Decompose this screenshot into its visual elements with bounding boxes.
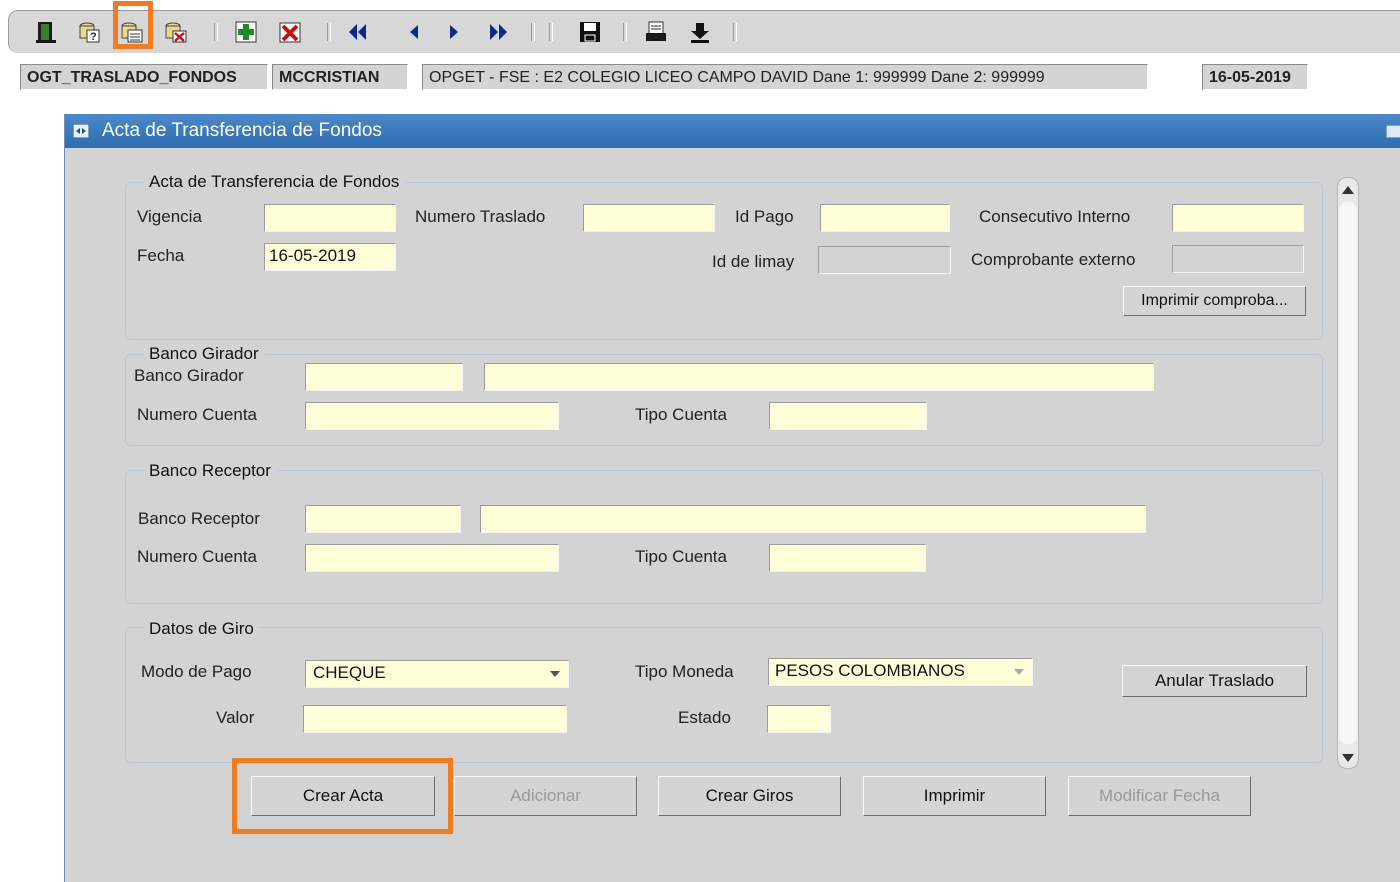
tipo-moneda-dropdown-arrow[interactable] <box>1008 661 1030 683</box>
form-window: Acta de Transferencia de Fondos Acta de … <box>64 114 1400 882</box>
id-limay-label: Id de limay <box>712 252 795 271</box>
vertical-scrollbar[interactable] <box>1337 177 1359 769</box>
tipo-moneda-label: Tipo Moneda <box>635 662 734 681</box>
chevron-down-icon <box>550 671 560 677</box>
current-date: 16-05-2019 <box>1202 64 1308 90</box>
banco-receptor-code-field[interactable] <box>305 505 461 533</box>
previous-record-icon <box>410 25 418 39</box>
girador-tipo-cuenta-label: Tipo Cuenta <box>635 405 727 424</box>
vigencia-field[interactable] <box>264 204 396 232</box>
banco-receptor-group <box>125 470 1323 604</box>
valor-field[interactable] <box>303 705 567 733</box>
banco-girador-group-title: Banco Girador <box>143 344 265 364</box>
numero-traslado-label: Numero Traslado <box>415 207 546 226</box>
estado-label: Estado <box>678 708 731 727</box>
modificar-fecha-button[interactable]: Modificar Fecha <box>1068 776 1251 816</box>
scrollbar-thumb[interactable] <box>1339 202 1357 744</box>
print-icon <box>646 21 666 41</box>
girador-tipo-cuenta-field[interactable] <box>769 402 927 430</box>
imprimir-button[interactable]: Imprimir <box>863 776 1046 816</box>
next-record-icon <box>450 25 458 39</box>
estado-field[interactable] <box>767 705 831 733</box>
previous-record-button[interactable] <box>399 17 429 47</box>
tipo-moneda-value: PESOS COLOMBIANOS <box>775 661 965 680</box>
toolbar: ? <box>8 10 1400 53</box>
receptor-tipo-cuenta-field[interactable] <box>769 544 926 572</box>
id-pago-label: Id Pago <box>735 207 794 226</box>
scroll-down-icon[interactable] <box>1342 754 1354 762</box>
banco-receptor-group-title: Banco Receptor <box>143 461 277 481</box>
tipo-moneda-select[interactable]: PESOS COLOMBIANOS <box>768 658 1033 686</box>
minimize-button[interactable] <box>1386 125 1400 138</box>
banco-girador-name-field[interactable] <box>484 363 1154 391</box>
receptor-numero-cuenta-field[interactable] <box>305 544 559 572</box>
exit-button[interactable] <box>31 17 61 47</box>
form-window-icon <box>73 124 89 138</box>
adicionar-button[interactable]: Adicionar <box>454 776 637 816</box>
modo-pago-dropdown-arrow[interactable] <box>544 663 566 685</box>
delete-record-button[interactable] <box>275 17 305 47</box>
receptor-numero-cuenta-label: Numero Cuenta <box>137 547 258 566</box>
numero-traslado-field[interactable] <box>583 204 715 232</box>
anular-traslado-button[interactable]: Anular Traslado <box>1122 665 1307 697</box>
id-limay-field <box>818 246 951 274</box>
consecutivo-interno-field[interactable] <box>1172 204 1304 232</box>
banco-girador-code-field[interactable] <box>305 363 463 391</box>
query-icon: ? <box>79 22 100 43</box>
print-button[interactable] <box>641 17 671 47</box>
user-name: MCCRISTIAN <box>272 64 408 90</box>
modo-pago-value: CHEQUE <box>313 663 386 682</box>
last-record-button[interactable] <box>483 17 513 47</box>
imprimir-comprobante-button[interactable]: Imprimir comproba... <box>1123 286 1306 316</box>
last-record-icon <box>490 24 507 40</box>
download-button[interactable] <box>685 17 715 47</box>
scroll-up-icon[interactable] <box>1342 186 1354 194</box>
query-button[interactable]: ? <box>75 17 105 47</box>
receptor-tipo-cuenta-label: Tipo Cuenta <box>635 547 727 566</box>
exit-icon <box>36 22 56 43</box>
valor-label: Valor <box>216 708 255 727</box>
first-record-icon <box>349 24 366 40</box>
execute-query-highlight <box>113 1 153 49</box>
modo-pago-select[interactable]: CHEQUE <box>305 660 569 688</box>
cancel-query-button[interactable] <box>161 17 191 47</box>
banco-receptor-name-field[interactable] <box>480 505 1146 533</box>
comprobante-externo-field <box>1172 245 1304 273</box>
comprobante-externo-label: Comprobante externo <box>971 250 1136 269</box>
insert-record-icon <box>235 21 257 43</box>
download-icon <box>691 23 709 43</box>
vigencia-label: Vigencia <box>137 207 202 226</box>
svg-text:?: ? <box>90 31 97 43</box>
crear-acta-highlight <box>232 758 453 834</box>
window-title: Acta de Transferencia de Fondos <box>102 120 382 141</box>
acta-group-title: Acta de Transferencia de Fondos <box>143 172 406 192</box>
module-name: OGT_TRASLADO_FONDOS <box>20 64 268 90</box>
first-record-button[interactable] <box>343 17 373 47</box>
datos-giro-group-title: Datos de Giro <box>143 619 260 639</box>
fecha-label: Fecha <box>137 246 185 265</box>
crear-giros-button[interactable]: Crear Giros <box>658 776 841 816</box>
girador-numero-cuenta-label: Numero Cuenta <box>137 405 258 424</box>
consecutivo-interno-label: Consecutivo Interno <box>979 207 1131 226</box>
banco-girador-label: Banco Girador <box>134 366 244 385</box>
modo-pago-label: Modo de Pago <box>141 662 252 681</box>
window-title-bar: Acta de Transferencia de Fondos <box>65 114 1400 148</box>
entity-info: OPGET - FSE : E2 COLEGIO LICEO CAMPO DAV… <box>422 64 1148 90</box>
insert-record-button[interactable] <box>231 17 261 47</box>
cancel-query-icon <box>165 22 187 43</box>
delete-record-icon <box>279 22 301 43</box>
save-icon <box>580 22 600 42</box>
girador-numero-cuenta-field[interactable] <box>305 402 559 430</box>
next-record-button[interactable] <box>439 17 469 47</box>
save-button[interactable] <box>575 17 605 47</box>
chevron-down-icon <box>1014 669 1024 675</box>
fecha-field[interactable]: 16-05-2019 <box>264 243 396 271</box>
id-pago-field[interactable] <box>820 204 950 232</box>
banco-receptor-label: Banco Receptor <box>138 509 260 528</box>
